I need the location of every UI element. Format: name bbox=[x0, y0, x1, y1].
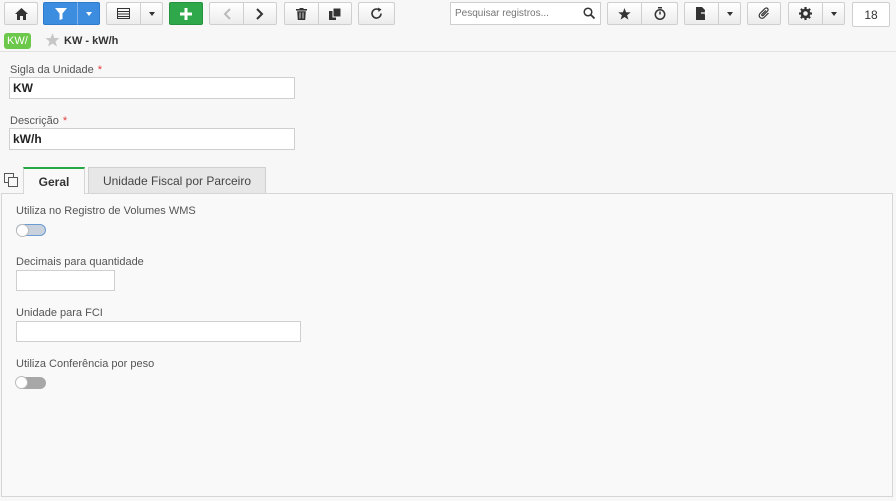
delete-button[interactable] bbox=[284, 2, 318, 25]
peso-toggle[interactable] bbox=[15, 376, 46, 389]
trash-icon bbox=[296, 7, 307, 20]
filter-button[interactable] bbox=[43, 2, 77, 25]
chevron-down-icon bbox=[726, 11, 733, 16]
toggle-knob bbox=[15, 376, 28, 389]
timer-button[interactable] bbox=[641, 2, 678, 25]
decimais-label: Decimais para quantidade bbox=[16, 256, 144, 268]
peso-label: Utiliza Conferência por peso bbox=[16, 358, 155, 370]
list-view-icon bbox=[117, 8, 130, 19]
breadcrumb: KW/ KW - kW/h bbox=[0, 31, 896, 52]
expand-tabs-icon[interactable] bbox=[4, 173, 18, 187]
previous-button[interactable] bbox=[209, 2, 243, 25]
settings-button[interactable] bbox=[788, 2, 822, 25]
view-dropdown-button[interactable] bbox=[140, 2, 163, 25]
descricao-field[interactable]: kW/h bbox=[9, 128, 295, 150]
fci-input[interactable] bbox=[16, 321, 301, 342]
favorite-star-icon[interactable] bbox=[45, 33, 60, 47]
wms-toggle[interactable] bbox=[16, 224, 46, 237]
sigla-field[interactable]: KW bbox=[9, 77, 295, 99]
descricao-label: Descrição * bbox=[10, 115, 68, 127]
copy-icon bbox=[329, 7, 341, 20]
chevron-down-icon bbox=[830, 11, 837, 16]
copy-button[interactable] bbox=[318, 2, 352, 25]
star-icon bbox=[618, 7, 631, 20]
arrow-right-icon bbox=[256, 7, 264, 20]
paperclip-icon bbox=[758, 7, 769, 19]
fci-label: Unidade para FCI bbox=[16, 307, 103, 319]
arrow-left-icon bbox=[223, 7, 231, 20]
home-icon bbox=[14, 7, 28, 20]
chevron-down-icon bbox=[85, 11, 92, 16]
timer-icon bbox=[654, 7, 665, 20]
toolbar: 18 bbox=[0, 0, 896, 31]
unit-badge: KW/ bbox=[4, 33, 31, 49]
attachment-button[interactable] bbox=[747, 2, 781, 25]
page-title: KW - kW/h bbox=[64, 35, 119, 47]
chevron-down-icon bbox=[148, 11, 155, 16]
sigla-label: Sigla da Unidade * bbox=[10, 64, 103, 76]
wms-label: Utiliza no Registro de Volumes WMS bbox=[16, 205, 196, 217]
toggle-knob bbox=[16, 224, 29, 237]
list-view-button[interactable] bbox=[106, 2, 140, 25]
required-mark: * bbox=[97, 64, 103, 76]
home-button[interactable] bbox=[4, 2, 38, 25]
refresh-icon bbox=[371, 7, 382, 19]
tab-unidade-fiscal-por-parceiro[interactable]: Unidade Fiscal por Parceiro bbox=[88, 167, 266, 194]
required-mark: * bbox=[62, 115, 68, 127]
export-button[interactable] bbox=[684, 2, 718, 25]
add-button[interactable] bbox=[169, 2, 203, 25]
favorite-button[interactable] bbox=[607, 2, 641, 25]
gear-icon bbox=[799, 7, 812, 20]
search-input[interactable] bbox=[451, 8, 576, 19]
next-button[interactable] bbox=[243, 2, 277, 25]
tab-panel-geral: Utiliza no Registro de Volumes WMS Decim… bbox=[1, 193, 893, 497]
refresh-button[interactable] bbox=[358, 2, 395, 25]
record-counter: 18 bbox=[852, 2, 890, 27]
search-icon[interactable] bbox=[583, 7, 595, 19]
filter-icon bbox=[54, 7, 67, 20]
tab-geral[interactable]: Geral bbox=[23, 167, 85, 194]
settings-dropdown-button[interactable] bbox=[822, 2, 845, 25]
export-dropdown-button[interactable] bbox=[718, 2, 741, 25]
filter-dropdown-button[interactable] bbox=[77, 2, 100, 25]
export-icon bbox=[696, 7, 707, 20]
decimais-input[interactable] bbox=[16, 270, 115, 291]
search-box[interactable] bbox=[450, 2, 601, 25]
add-icon bbox=[180, 7, 192, 20]
